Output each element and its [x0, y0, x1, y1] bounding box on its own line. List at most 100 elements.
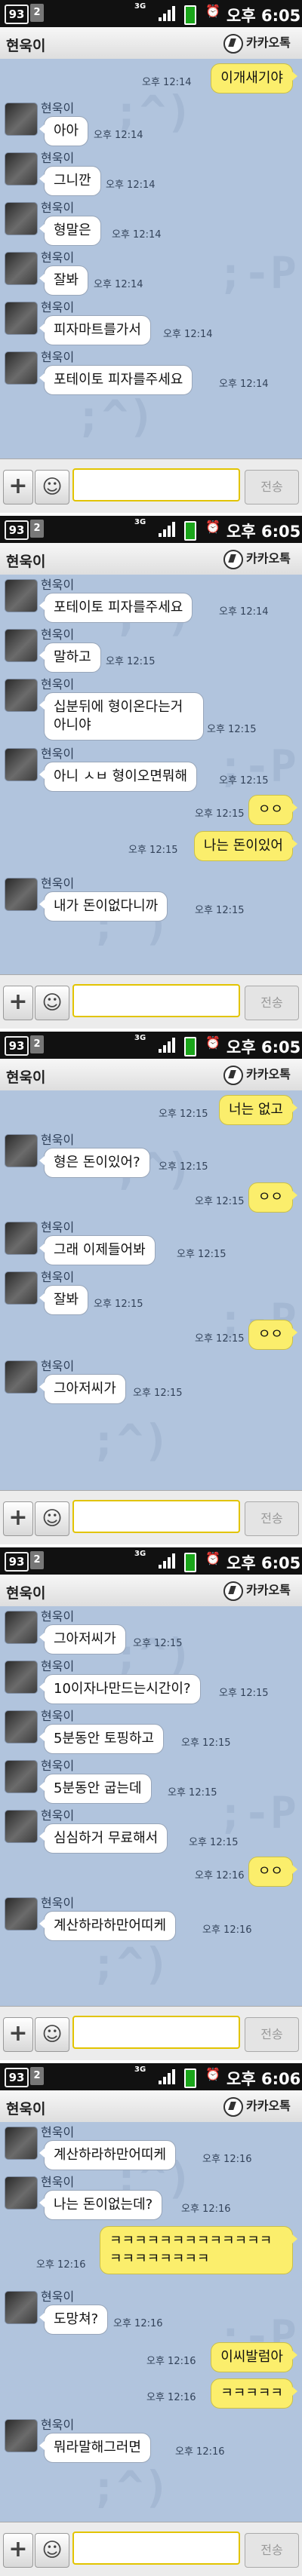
- incoming-message-bubble[interactable]: 아니 ㅅㅂ 형이오면뭐해: [39, 762, 198, 792]
- incoming-message-bubble[interactable]: 포테이토 피자를주세요: [39, 593, 193, 623]
- incoming-message-bubble[interactable]: 심심하거 무료해서: [39, 1823, 168, 1854]
- send-button[interactable]: 전송: [245, 1501, 299, 1536]
- send-button[interactable]: 전송: [245, 2017, 299, 2052]
- chat-message-area[interactable]: ;^) ;-P ;^) 오후 12:14 이개새기야 현욱이 아아 오후 12:…: [0, 59, 302, 458]
- outgoing-message-bubble[interactable]: ㅇㅇ: [248, 1320, 298, 1350]
- add-attachment-button[interactable]: +: [3, 2017, 33, 2052]
- incoming-message-bubble[interactable]: 나는 돈이없는데?: [39, 2190, 163, 2220]
- avatar[interactable]: [5, 2419, 38, 2452]
- incoming-message-bubble[interactable]: 말하고: [39, 642, 101, 673]
- incoming-message-bubble[interactable]: 5분동안 굽는데: [39, 1774, 152, 1804]
- kakaotalk-logo-icon: [223, 1581, 243, 1601]
- add-attachment-button[interactable]: +: [3, 986, 33, 1020]
- incoming-message-bubble[interactable]: 10이자나만드는시간이?: [39, 1674, 201, 1704]
- avatar[interactable]: [5, 351, 38, 385]
- add-attachment-button[interactable]: +: [3, 1501, 33, 1536]
- avatar[interactable]: [5, 202, 38, 235]
- incoming-message-bubble[interactable]: 포테이토 피자를주세요: [39, 365, 193, 395]
- avatar[interactable]: [5, 2127, 38, 2160]
- outgoing-message-bubble[interactable]: 이개새기야: [211, 63, 297, 94]
- message-input[interactable]: [72, 2016, 240, 2049]
- avatar[interactable]: [5, 1271, 38, 1305]
- avatar[interactable]: [5, 1760, 38, 1793]
- chat-message-area[interactable]: ;^) ;-P ;^) 오후 12:15 너는 없고 현욱이 형은 돈이있어? …: [0, 1090, 302, 1490]
- avatar[interactable]: [5, 748, 38, 781]
- kakaotalk-label: 카카오톡: [246, 2099, 291, 2113]
- wallpaper-emoticon-pattern: ;^): [76, 391, 155, 442]
- avatar[interactable]: [5, 1897, 38, 1930]
- outgoing-message-bubble[interactable]: ㅋㅋㅋㅋㅋㅋㅋㅋㅋㅋㅋㅋㅋㅋㅋㅋㅋㅋㅋㅋㅋ: [100, 2226, 297, 2274]
- sender-name: 현욱이: [41, 578, 75, 592]
- avatar[interactable]: [5, 878, 38, 911]
- chat-message-area[interactable]: ;^) ;-P ;^) 현욱이 계산하라하만어띠케 오후 12:16 현욱이 나…: [0, 2122, 302, 2522]
- message-timestamp: 오후 12:16: [146, 2392, 196, 2403]
- avatar[interactable]: [5, 1611, 38, 1644]
- incoming-message-bubble[interactable]: 5분동안 토핑하고: [39, 1724, 165, 1754]
- avatar[interactable]: [5, 1810, 38, 1843]
- incoming-message-bubble[interactable]: 피자마트를가서: [39, 315, 151, 345]
- kakaotalk-button[interactable]: 카카오톡: [223, 1581, 291, 1601]
- incoming-message-bubble[interactable]: 그아저씨가: [39, 1624, 126, 1654]
- message-input[interactable]: [72, 984, 240, 1017]
- avatar[interactable]: [5, 629, 38, 662]
- emoticon-button[interactable]: ☺: [35, 470, 69, 504]
- send-button[interactable]: 전송: [245, 2533, 299, 2568]
- outgoing-message-bubble[interactable]: ㅇㅇ: [248, 1857, 298, 1887]
- incoming-message-bubble[interactable]: 십분뒤에 형이온다는거아니야: [39, 692, 204, 741]
- emoticon-button[interactable]: ☺: [35, 1501, 69, 1536]
- add-attachment-button[interactable]: +: [3, 2533, 33, 2568]
- outgoing-message-bubble[interactable]: 너는 없고: [219, 1095, 297, 1125]
- kakaotalk-button[interactable]: 카카오톡: [223, 33, 291, 54]
- message-input[interactable]: [72, 2532, 240, 2565]
- incoming-message-bubble[interactable]: 잘봐: [39, 1285, 89, 1315]
- kakaotalk-button[interactable]: 카카오톡: [223, 1065, 291, 1085]
- avatar[interactable]: [5, 2291, 38, 2324]
- avatar[interactable]: [5, 679, 38, 712]
- chat-message-area[interactable]: ;^) ;-P ;^) 현욱이 포테이토 피자를주세요 오후 12:14 현욱이…: [0, 575, 302, 974]
- avatar[interactable]: [5, 152, 38, 186]
- outgoing-message-bubble[interactable]: ㅇㅇ: [248, 1182, 298, 1213]
- kakaotalk-button[interactable]: 카카오톡: [223, 2096, 291, 2117]
- avatar[interactable]: [5, 1360, 38, 1394]
- send-button[interactable]: 전송: [245, 470, 299, 504]
- incoming-message-bubble[interactable]: 그아저씨가: [39, 1374, 126, 1404]
- avatar[interactable]: [5, 1710, 38, 1743]
- avatar[interactable]: [5, 2176, 38, 2210]
- message-timestamp: 오후 12:15: [177, 1249, 226, 1260]
- incoming-message-bubble[interactable]: 형은 돈이있어?: [39, 1148, 150, 1178]
- message-timestamp: 오후 12:15: [106, 656, 156, 667]
- alarm-icon: ⏰: [205, 4, 220, 18]
- incoming-message-bubble[interactable]: 형말은: [39, 216, 101, 246]
- emoticon-button[interactable]: ☺: [35, 986, 69, 1020]
- avatar[interactable]: [5, 302, 38, 335]
- incoming-message-bubble[interactable]: 내가 돈이없다니까: [39, 891, 168, 922]
- send-button[interactable]: 전송: [245, 986, 299, 1020]
- avatar[interactable]: [5, 252, 38, 285]
- avatar[interactable]: [5, 1661, 38, 1694]
- emoticon-button[interactable]: ☺: [35, 2533, 69, 2568]
- incoming-message-bubble[interactable]: 뭐라말해그러면: [39, 2433, 151, 2463]
- incoming-message-bubble[interactable]: 그래 이제들어봐: [39, 1235, 156, 1265]
- message-input[interactable]: [72, 1500, 240, 1533]
- emoticon-button[interactable]: ☺: [35, 2017, 69, 2052]
- incoming-message-bubble[interactable]: 잘봐: [39, 265, 89, 296]
- incoming-message-bubble[interactable]: 계산하라하만어띠케: [39, 1911, 177, 1941]
- outgoing-message-bubble[interactable]: ㅋㅋㅋㅋㅋ: [211, 2378, 297, 2409]
- incoming-message-bubble[interactable]: 계산하라하만어띠케: [39, 2140, 177, 2170]
- wallpaper-emoticon-pattern: ;-P: [217, 247, 297, 299]
- add-attachment-button[interactable]: +: [3, 470, 33, 504]
- incoming-message-bubble[interactable]: 도망쳐?: [39, 2305, 109, 2335]
- avatar[interactable]: [5, 103, 38, 136]
- message-input[interactable]: [72, 468, 240, 501]
- incoming-message-bubble[interactable]: 그니깐: [39, 166, 101, 196]
- outgoing-message-bubble[interactable]: ㅇㅇ: [248, 795, 298, 825]
- incoming-message-bubble[interactable]: 아아: [39, 116, 89, 146]
- kakaotalk-button[interactable]: 카카오톡: [223, 549, 291, 569]
- outgoing-message-bubble[interactable]: 나는 돈이있어: [193, 831, 298, 861]
- avatar[interactable]: [5, 1222, 38, 1255]
- avatar[interactable]: [5, 579, 38, 612]
- chat-message-area[interactable]: ;^) ;-P ;^) 현욱이 그아저씨가 오후 12:15 현욱이 10이자나…: [0, 1606, 302, 2006]
- outgoing-message-bubble[interactable]: 이씨발럼아: [211, 2342, 297, 2372]
- avatar[interactable]: [5, 1134, 38, 1167]
- alarm-icon: ⏰: [205, 2067, 220, 2081]
